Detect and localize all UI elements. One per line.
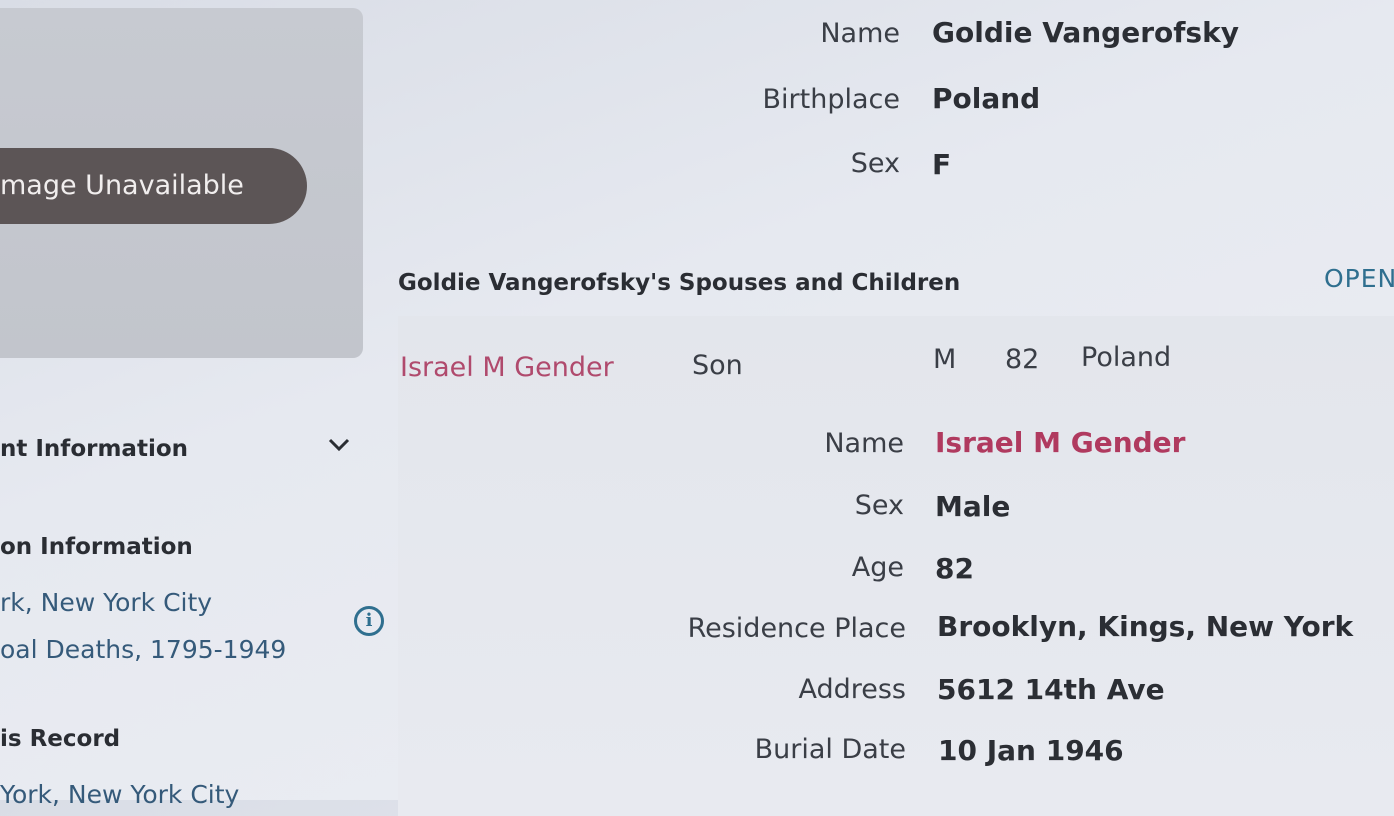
birthplace-label: Birthplace (762, 84, 900, 115)
child-address: 5612 14th Ave (937, 673, 1165, 706)
person-name: Goldie Vangerofsky (932, 16, 1239, 49)
child-age-label: Age (851, 552, 904, 583)
family-member-sex: M (933, 344, 957, 375)
chevron-down-icon[interactable] (326, 432, 352, 458)
family-member-age: 82 (1005, 344, 1040, 375)
family-member-name-link[interactable]: Israel M Gender (400, 352, 614, 383)
family-member-birthplace: Poland (1081, 342, 1172, 373)
sidebar-section-event-information[interactable]: nt Information (0, 436, 188, 462)
child-name-link[interactable]: Israel M Gender (935, 426, 1185, 459)
sidebar-section-collection-information: on Information (0, 534, 193, 560)
name-label: Name (820, 18, 900, 49)
burial-date-label: Burial Date (754, 734, 906, 765)
collection-name-line2[interactable]: oal Deaths, 1795-1949 (0, 635, 286, 664)
child-sex-label: Sex (854, 490, 904, 521)
child-burial-date: 10 Jan 1946 (938, 734, 1124, 767)
child-residence: Brooklyn, Kings, New York (937, 610, 1354, 643)
residence-label: Residence Place (687, 613, 906, 644)
child-name-label: Name (824, 428, 904, 459)
collection-name-line1[interactable]: rk, New York City (0, 588, 212, 617)
family-member-relationship: Son (692, 350, 743, 381)
person-birthplace: Poland (932, 82, 1041, 115)
address-label: Address (798, 674, 906, 705)
record-citation-line1: York, New York City (0, 780, 240, 809)
child-sex: Male (935, 490, 1011, 523)
info-icon[interactable]: i (354, 606, 384, 636)
image-unavailable-badge: mage Unavailable (0, 148, 307, 224)
person-sex: F (932, 148, 952, 181)
sidebar-section-cite-record: is Record (0, 726, 121, 752)
family-section-title: Goldie Vangerofsky's Spouses and Childre… (398, 270, 961, 296)
child-age: 82 (935, 552, 974, 585)
sex-label: Sex (850, 148, 900, 179)
open-all-button[interactable]: OPEN (1324, 264, 1394, 293)
